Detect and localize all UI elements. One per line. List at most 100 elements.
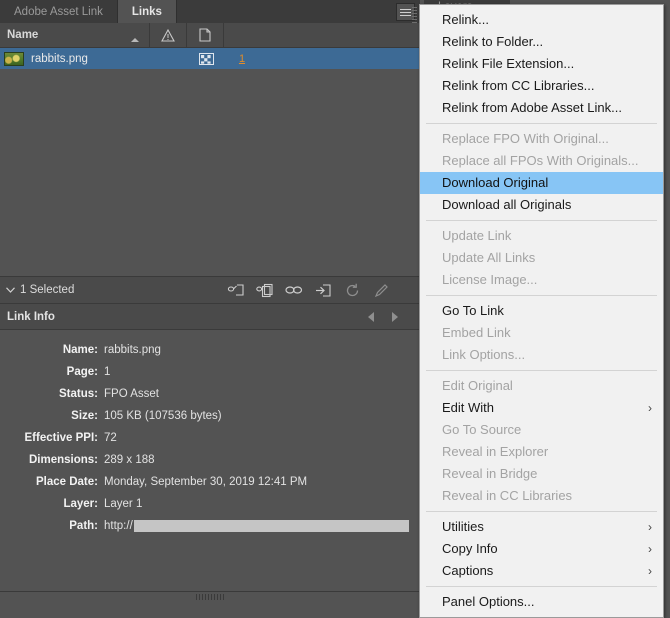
menu-item-label: Go To Link xyxy=(442,303,504,318)
column-header-name[interactable]: Name xyxy=(0,29,149,42)
link-info-fields: Name: rabbits.png Page: 1 Status: FPO As… xyxy=(0,330,420,537)
link-page-number[interactable]: 1 xyxy=(224,53,260,65)
links-panel-context-menu: Relink... Relink to Folder... Relink Fil… xyxy=(419,4,664,618)
info-row-dimensions: Dimensions: 289 x 188 xyxy=(0,449,420,471)
menu-item-label: Relink from Adobe Asset Link... xyxy=(442,100,622,115)
resize-grip-icon xyxy=(196,594,224,600)
info-label: Page: xyxy=(66,366,98,378)
menu-item-relink[interactable]: Relink... xyxy=(420,9,663,31)
info-value: 105 KB (107536 bytes) xyxy=(104,410,222,422)
link-name: rabbits.png xyxy=(31,52,88,65)
menu-item-relink-to-folder[interactable]: Relink to Folder... xyxy=(420,31,663,53)
menu-item-label: Embed Link xyxy=(442,325,511,340)
menu-item-label: Edit With xyxy=(442,400,495,415)
relink-from-library-icon[interactable] xyxy=(256,282,274,298)
menu-item-captions[interactable]: Captions › xyxy=(420,560,663,582)
menu-item-label: Update All Links xyxy=(442,250,536,265)
menu-item-panel-options[interactable]: Panel Options... xyxy=(420,591,663,613)
update-link-icon[interactable] xyxy=(314,282,332,298)
menu-item-relink-file-extension[interactable]: Relink File Extension... xyxy=(420,53,663,75)
next-arrow-icon[interactable] xyxy=(392,311,398,322)
menu-item-download-all-originals[interactable]: Download all Originals xyxy=(420,194,663,216)
tab-adobe-asset-link-label: Adobe Asset Link xyxy=(14,5,103,18)
hamburger-menu-icon xyxy=(400,11,411,13)
panel-resize-grip[interactable] xyxy=(0,591,420,602)
redacted-path-bar xyxy=(133,520,409,532)
menu-item-link-options: Link Options... xyxy=(420,344,663,366)
menu-item-copy-info[interactable]: Copy Info › xyxy=(420,538,663,560)
info-label: Size: xyxy=(71,410,98,422)
selection-count-label: 1 Selected xyxy=(20,284,75,296)
info-label: Effective PPI: xyxy=(24,432,99,444)
go-to-link-icon[interactable] xyxy=(285,282,303,298)
table-row[interactable]: rabbits.png 1 xyxy=(0,48,420,69)
menu-item-reveal-in-explorer: Reveal in Explorer xyxy=(420,441,663,463)
link-status-cell[interactable] xyxy=(188,52,224,65)
links-list[interactable]: rabbits.png 1 xyxy=(0,48,420,276)
tab-links-label: Links xyxy=(131,5,162,18)
info-value: Monday, September 30, 2019 12:41 PM xyxy=(104,476,308,488)
info-label: Status: xyxy=(59,388,98,400)
relink-icon[interactable] xyxy=(227,282,245,298)
menu-item-label: Go To Source xyxy=(442,422,522,437)
menu-item-label: Edit Original xyxy=(442,378,513,393)
menu-separator xyxy=(426,511,657,512)
warning-triangle-icon xyxy=(161,28,175,42)
link-info-header: Link Info xyxy=(0,304,420,330)
menu-separator xyxy=(426,220,657,221)
info-row-size: Size: 105 KB (107536 bytes) xyxy=(0,405,420,427)
tab-links[interactable]: Links xyxy=(117,0,177,23)
menu-item-replace-all-fpos-with-originals: Replace all FPOs With Originals... xyxy=(420,150,663,172)
refresh-icon[interactable] xyxy=(343,282,361,298)
panel-dock-grip[interactable] xyxy=(411,2,418,28)
info-row-status: Status: FPO Asset xyxy=(0,383,420,405)
menu-item-label: Captions xyxy=(442,563,494,578)
menu-item-label: Reveal in Bridge xyxy=(442,466,538,481)
menu-separator xyxy=(426,586,657,587)
menu-item-reveal-in-cc-libraries: Reveal in CC Libraries xyxy=(420,485,663,507)
menu-item-label: Utilities xyxy=(442,519,484,534)
sort-ascending-icon[interactable] xyxy=(131,38,139,42)
info-row-effective-ppi: Effective PPI: 72 xyxy=(0,427,420,449)
menu-item-label: Replace FPO With Original... xyxy=(442,131,609,146)
menu-item-label: Relink from CC Libraries... xyxy=(442,78,595,93)
menu-item-replace-fpo-with-original: Replace FPO With Original... xyxy=(420,128,663,150)
chevron-down-icon[interactable] xyxy=(0,287,20,293)
menu-item-edit-with[interactable]: Edit With › xyxy=(420,397,663,419)
menu-item-download-original[interactable]: Download Original xyxy=(420,172,663,194)
hamburger-menu-icon xyxy=(400,14,411,16)
menu-item-reveal-in-bridge: Reveal in Bridge xyxy=(420,463,663,485)
links-panel: Adobe Asset Link Links Name rabbits.png … xyxy=(0,0,420,602)
menu-item-go-to-source: Go To Source xyxy=(420,419,663,441)
tab-bar-filler xyxy=(176,0,420,23)
menu-item-go-to-link[interactable]: Go To Link xyxy=(420,300,663,322)
column-header-page[interactable] xyxy=(186,23,223,47)
menu-item-edit-original: Edit Original xyxy=(420,375,663,397)
chevron-right-icon: › xyxy=(648,401,652,415)
info-label: Layer: xyxy=(63,498,98,510)
menu-item-utilities[interactable]: Utilities › xyxy=(420,516,663,538)
info-row-layer: Layer: Layer 1 xyxy=(0,493,420,515)
info-row-page: Page: 1 xyxy=(0,361,420,383)
info-label: Place Date: xyxy=(35,476,98,488)
menu-item-label: Download all Originals xyxy=(442,197,572,212)
edit-original-icon[interactable] xyxy=(372,282,390,298)
info-value: 289 x 188 xyxy=(104,454,155,466)
menu-item-label: License Image... xyxy=(442,272,538,287)
tab-adobe-asset-link[interactable]: Adobe Asset Link xyxy=(0,0,118,23)
menu-item-relink-from-cc-libraries[interactable]: Relink from CC Libraries... xyxy=(420,75,663,97)
menu-item-label: Replace all FPOs With Originals... xyxy=(442,153,639,168)
column-header-status[interactable] xyxy=(149,23,186,47)
info-value: 1 xyxy=(104,366,111,378)
info-value: 72 xyxy=(104,432,117,444)
menu-item-label: Relink File Extension... xyxy=(442,56,575,71)
menu-item-label: Download Original xyxy=(442,175,549,190)
menu-item-relink-from-adobe-asset-link[interactable]: Relink from Adobe Asset Link... xyxy=(420,97,663,119)
menu-item-label: Update Link xyxy=(442,228,512,243)
info-value: http:// xyxy=(104,520,133,532)
menu-item-label: Link Options... xyxy=(442,347,526,362)
chevron-right-icon: › xyxy=(648,564,652,578)
menu-separator xyxy=(426,123,657,124)
image-thumbnail xyxy=(4,51,24,66)
previous-arrow-icon[interactable] xyxy=(368,311,374,322)
